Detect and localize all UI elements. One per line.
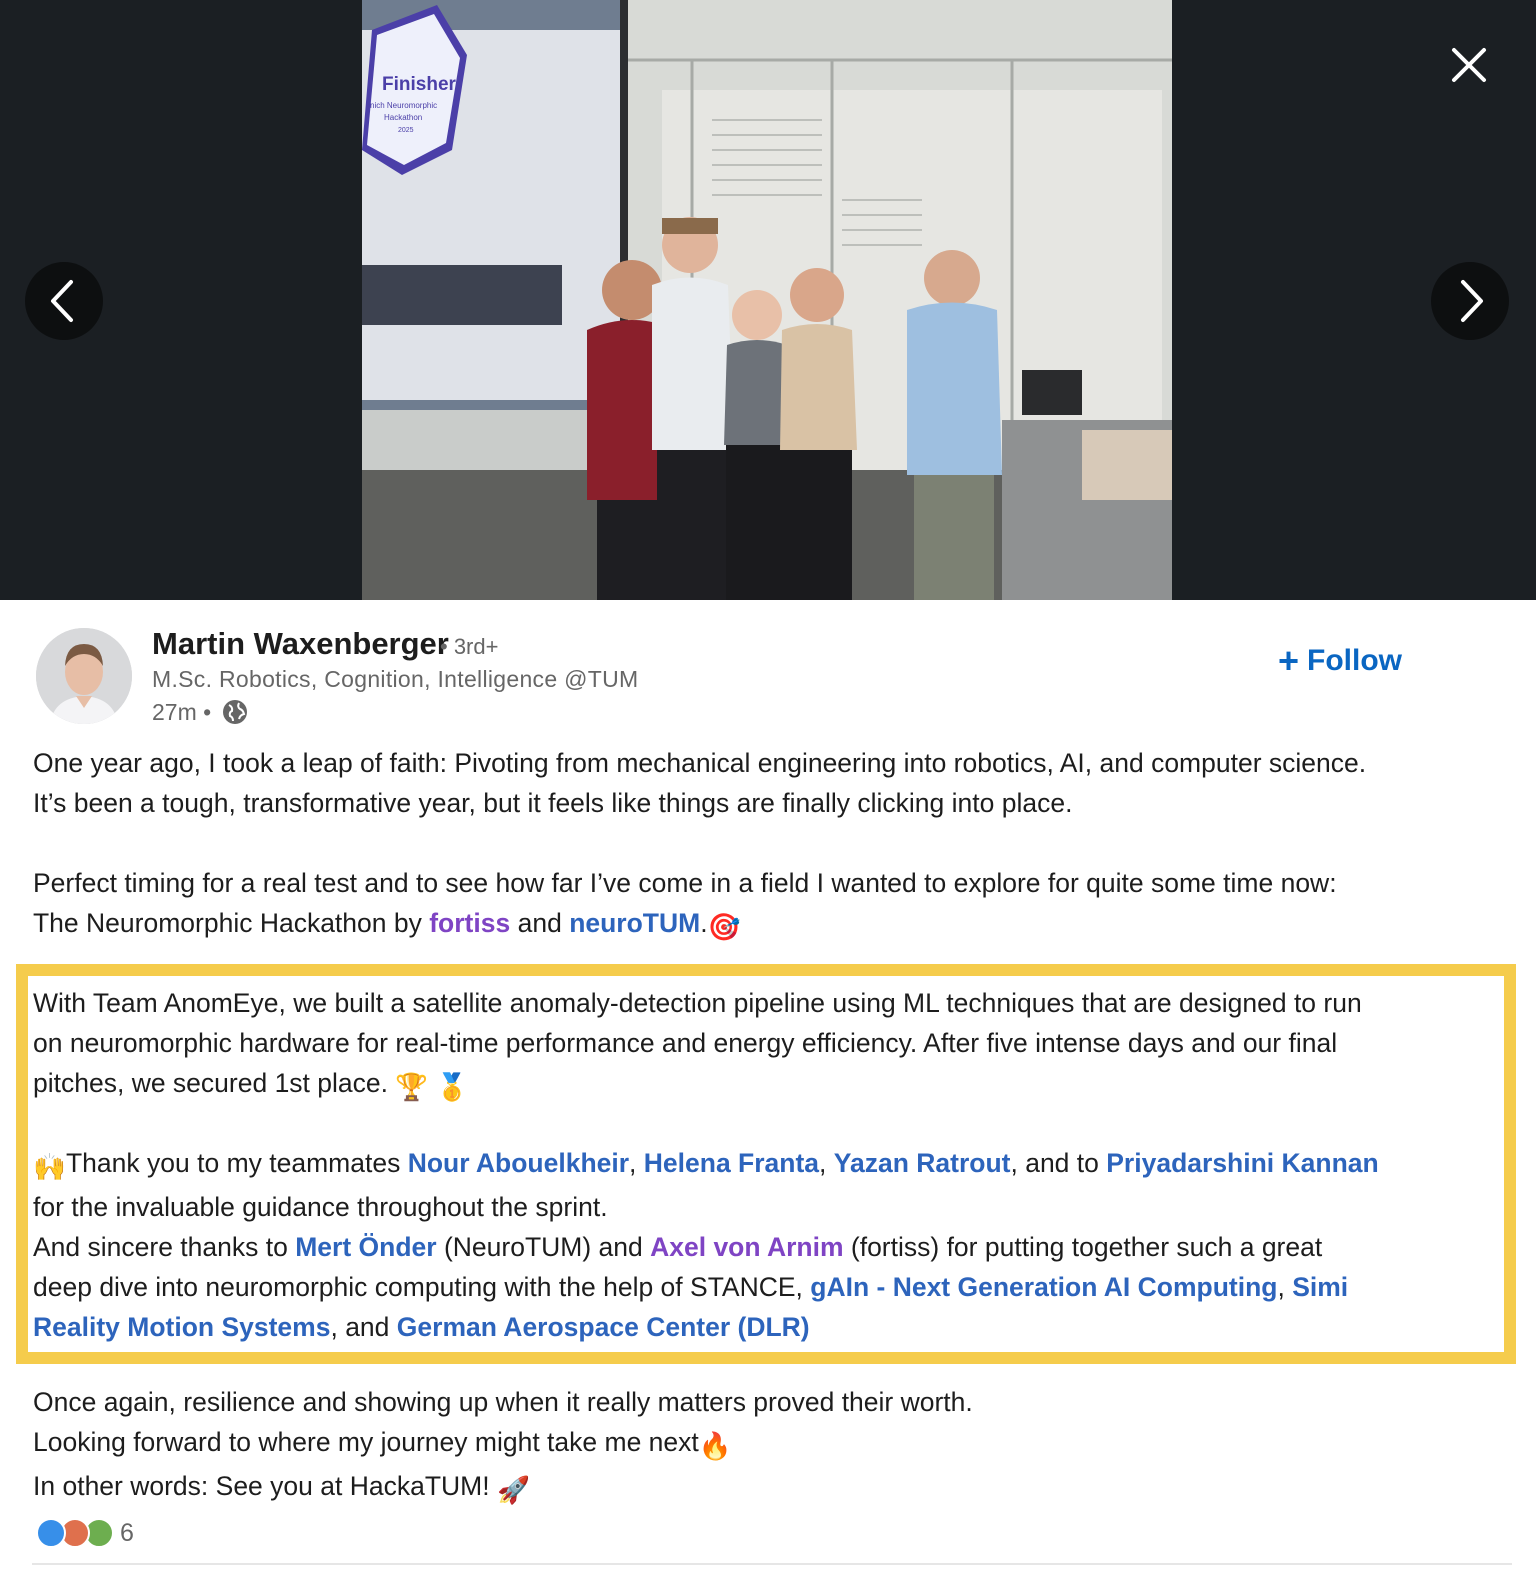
text-span: deep dive into neuromorphic computing wi…: [33, 1272, 811, 1302]
text-line: Once again, resilience and showing up wh…: [33, 1387, 973, 1417]
text-line: The Neuromorphic Hackathon by fortiss an…: [33, 903, 1513, 947]
author-headline: M.Sc. Robotics, Cognition, Intelligence …: [152, 666, 639, 692]
next-image-button[interactable]: [1431, 262, 1509, 340]
chevron-right-icon: [1461, 280, 1483, 322]
reaction-count: 6: [120, 1518, 134, 1547]
text-line: And sincere thanks to Mert Önder (NeuroT…: [33, 1227, 1513, 1267]
text-span: The Neuromorphic Hackathon by: [33, 908, 430, 938]
reaction-icons: [36, 1517, 116, 1549]
mention-dlr[interactable]: German Aerospace Center (DLR): [397, 1312, 810, 1342]
connection-degree: • 3rd+: [440, 634, 499, 659]
text-span: ,: [1277, 1272, 1293, 1302]
text-line: pitches, we secured 1st place. 🏆 🥇: [33, 1063, 1513, 1107]
follow-button[interactable]: + Follow: [1278, 640, 1402, 682]
post-meta: 27m •: [152, 698, 249, 726]
text-line: In other words: See you at HackaTUM! 🚀: [33, 1466, 1513, 1510]
mention-axel[interactable]: Axel von Arnim: [650, 1232, 843, 1262]
globe-icon: [223, 700, 248, 724]
text-line: on neuromorphic hardware for real-time p…: [33, 1028, 1338, 1058]
close-viewer-button[interactable]: [1444, 40, 1494, 90]
text-span: ,: [629, 1148, 644, 1178]
author-avatar[interactable]: [36, 628, 132, 724]
text-line: It’s been a tough, transformative year, …: [33, 788, 1073, 818]
text-line: One year ago, I took a leap of faith: Pi…: [33, 748, 1367, 778]
mention-neurotum[interactable]: neuroTUM: [569, 908, 700, 938]
chevron-left-icon: [51, 280, 73, 322]
plus-icon: +: [1278, 640, 1300, 681]
author-name[interactable]: Martin Waxenberger: [152, 626, 449, 662]
raised-hands-emoji: 🙌: [33, 1152, 66, 1182]
text-span: (fortiss) for putting together such a gr…: [843, 1232, 1323, 1262]
media-viewer: Finisher nich Neuromorphic Hackathon 202…: [0, 0, 1536, 600]
mention-simi[interactable]: Simi: [1292, 1272, 1348, 1302]
mention-yazan[interactable]: Yazan Ratrout: [834, 1148, 1011, 1178]
text-line: Reality Motion Systems, and German Aeros…: [33, 1307, 1513, 1347]
text-span: ,: [819, 1148, 834, 1178]
post-time: 27m •: [152, 698, 212, 725]
post-photo: Finisher nich Neuromorphic Hackathon 202…: [362, 0, 1172, 600]
text-span: and: [510, 908, 570, 938]
post-paragraph-2: Perfect timing for a real test and to se…: [33, 863, 1513, 947]
medal-emoji: 🥇: [435, 1072, 469, 1102]
mention-gain[interactable]: gAIn - Next Generation AI Computing: [810, 1272, 1277, 1302]
text-line: With Team AnomEye, we built a satellite …: [33, 988, 1362, 1018]
text-span: In other words: See you at HackaTUM!: [33, 1471, 497, 1501]
trophy-emoji: 🏆: [395, 1072, 429, 1102]
text-span: And sincere thanks to: [33, 1232, 296, 1262]
badge-line: 2025: [398, 127, 414, 134]
text-line: for the invaluable guidance throughout t…: [33, 1192, 608, 1222]
profile-photo: [36, 628, 132, 724]
post-paragraph-1: One year ago, I took a leap of faith: Pi…: [33, 743, 1513, 823]
text-line: deep dive into neuromorphic computing wi…: [33, 1267, 1513, 1307]
target-emoji: 🎯: [707, 912, 741, 942]
post-paragraph-5: Once again, resilience and showing up wh…: [33, 1382, 1513, 1510]
text-span: , and to: [1010, 1148, 1107, 1178]
badge-title: Finisher: [382, 74, 457, 95]
text-span: (NeuroTUM) and: [436, 1232, 651, 1262]
badge-line: nich Neuromorphic: [370, 101, 437, 110]
mention-fortiss[interactable]: fortiss: [429, 908, 510, 938]
text-span: Looking forward to where my journey migh…: [33, 1427, 699, 1457]
post-paragraph-4: 🙌Thank you to my teammates Nour Abouelkh…: [33, 1143, 1513, 1347]
like-reaction-icon: [36, 1518, 66, 1548]
previous-image-button[interactable]: [25, 262, 103, 340]
reactions-summary[interactable]: 6: [36, 1516, 134, 1550]
text-span: , and: [330, 1312, 397, 1342]
text-span: Thank you to my teammates: [66, 1148, 408, 1178]
mention-nour[interactable]: Nour Abouelkheir: [408, 1148, 629, 1178]
badge-line: Hackathon: [384, 113, 422, 122]
text-span: .: [700, 908, 708, 938]
mention-helena[interactable]: Helena Franta: [644, 1148, 819, 1178]
mention-priyadarshini[interactable]: Priyadarshini Kannan: [1106, 1148, 1378, 1178]
close-icon: [1452, 48, 1486, 82]
divider: [32, 1563, 1512, 1565]
mention-simi[interactable]: Reality Motion Systems: [33, 1312, 330, 1342]
rocket-emoji: 🚀: [496, 1475, 530, 1505]
text-line: Perfect timing for a real test and to se…: [33, 868, 1337, 898]
text-line: Looking forward to where my journey migh…: [33, 1422, 1513, 1466]
mention-mert[interactable]: Mert Önder: [295, 1232, 436, 1262]
text-line: 🙌Thank you to my teammates Nour Abouelkh…: [33, 1143, 1513, 1187]
text-span: pitches, we secured 1st place.: [33, 1068, 396, 1098]
follow-label: Follow: [1307, 644, 1403, 677]
post-paragraph-3: With Team AnomEye, we built a satellite …: [33, 983, 1513, 1107]
group-photo-illustration: Finisher nich Neuromorphic Hackathon 202…: [362, 0, 1172, 600]
fire-emoji: 🔥: [698, 1431, 732, 1461]
